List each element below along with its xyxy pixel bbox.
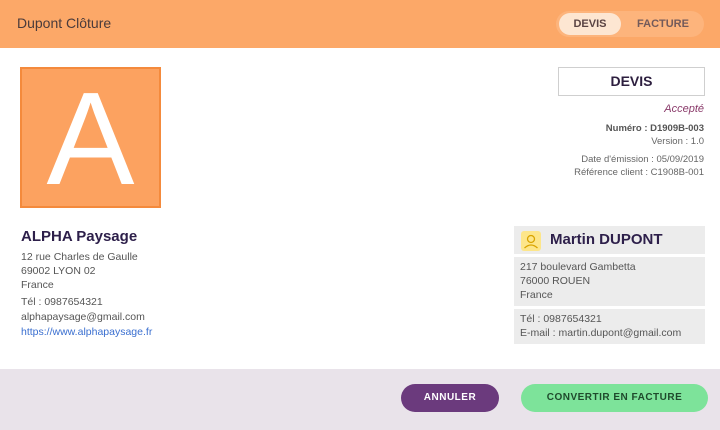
toggle-facture[interactable]: FACTURE [627, 13, 699, 35]
document-type-toggle: DEVIS FACTURE [556, 11, 704, 37]
company-country: France [21, 279, 54, 291]
user-avatar-icon [521, 231, 541, 251]
convert-to-invoice-button[interactable]: CONVERTIR EN FACTURE [521, 384, 708, 412]
client-header: Martin DUPONT [514, 226, 705, 254]
app-title: Dupont Clôture [17, 15, 112, 31]
client-phone: Tél : 0987654321 [520, 313, 602, 325]
company-phone: Tél : 0987654321 [21, 296, 103, 308]
top-bar: Dupont Clôture DEVIS FACTURE [0, 0, 720, 48]
company-street: 12 rue Charles de Gaulle [21, 251, 138, 263]
toggle-devis[interactable]: DEVIS [559, 13, 621, 35]
client-email: E-mail : martin.dupont@gmail.com [520, 327, 682, 339]
status-badge: Accepté [664, 103, 704, 115]
issue-date: Date d'émission : 05/09/2019 [581, 154, 704, 165]
client-address-box: 217 boulevard Gambetta 76000 ROUEN Franc… [514, 257, 705, 306]
company-city: 69002 LYON 02 [21, 265, 96, 277]
document-version: Version : 1.0 [651, 136, 704, 147]
company-logo: A [20, 65, 161, 212]
logo-letter: A [46, 65, 135, 212]
company-email: alphapaysage@gmail.com [21, 311, 145, 323]
company-name: ALPHA Paysage [21, 228, 138, 245]
client-reference: Référence client : C1908B-001 [574, 167, 704, 178]
client-city: 76000 ROUEN [520, 275, 591, 287]
client-contact-box: Tél : 0987654321 E-mail : martin.dupont@… [514, 309, 705, 344]
document-type-label: DEVIS [558, 67, 705, 96]
company-website-link[interactable]: https://www.alphapaysage.fr [21, 326, 152, 338]
document-number: Numéro : D1909B-003 [605, 123, 704, 134]
cancel-button[interactable]: ANNULER [401, 384, 499, 412]
client-name: Martin DUPONT [550, 231, 663, 248]
client-country: France [520, 289, 553, 301]
client-street: 217 boulevard Gambetta [520, 261, 636, 273]
